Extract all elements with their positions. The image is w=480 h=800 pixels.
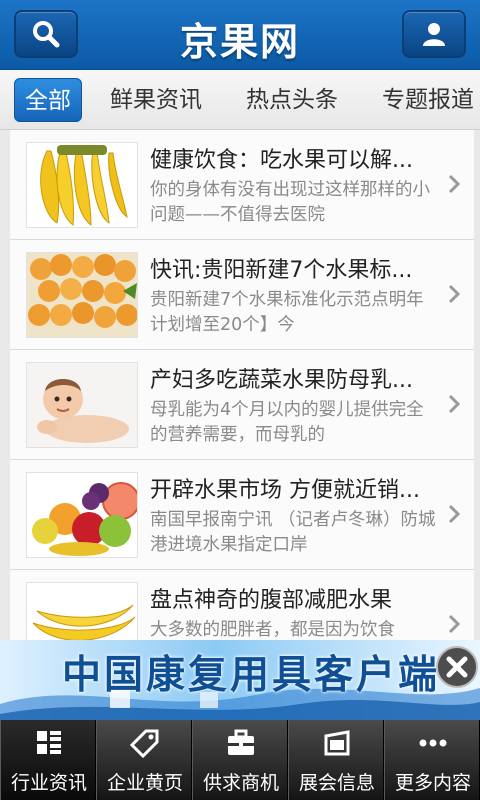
more-icon bbox=[419, 739, 447, 747]
ad-title: 中国康复用具客户端 bbox=[62, 653, 441, 698]
close-icon bbox=[446, 656, 468, 678]
article-summary: 大多数的肥胖者，都是因为饮食 bbox=[150, 620, 395, 640]
tab-all[interactable]: 全部 bbox=[14, 78, 82, 122]
tag-icon bbox=[130, 729, 159, 758]
grid-icon bbox=[37, 731, 61, 754]
chevron-right-icon bbox=[448, 614, 461, 634]
tab-special-reports[interactable]: 专题报道 bbox=[382, 78, 474, 122]
article-summary: 贵阳新建7个水果标准化示范点明年计划增至20个】今 bbox=[150, 290, 424, 335]
article-summary: 你的身体有没有出现过这样那样的小问题——不值得去医院 bbox=[150, 180, 430, 225]
article-title: 产妇多吃蔬菜水果防母乳... bbox=[150, 368, 413, 393]
bottom-nav: 行业资讯 企业黄页 供求商机 展会信息 更多内容 bbox=[0, 720, 480, 800]
article-summary: 南国早报南宁讯 （记者卢冬琳）防城港进境水果指定口岸 bbox=[150, 510, 436, 555]
nav-supply-demand[interactable]: 供求商机 bbox=[192, 720, 288, 800]
article-title: 盘点神奇的腹部减肥水果 bbox=[150, 588, 393, 613]
chevron-right-icon bbox=[448, 394, 461, 414]
briefcase-icon bbox=[228, 729, 254, 755]
nav-exhibition-info[interactable]: 展会信息 bbox=[288, 720, 384, 800]
nav-label: 行业资讯 bbox=[10, 772, 87, 794]
nav-label: 供求商机 bbox=[202, 772, 279, 794]
list-item[interactable]: 产妇多吃蔬菜水果防母乳... 母乳能为4个月以内的婴儿提供完全的营养需要，而母乳… bbox=[10, 350, 474, 460]
ad-close-button[interactable] bbox=[436, 646, 478, 688]
article-thumbnail bbox=[26, 252, 138, 338]
article-title: 开辟水果市场 方便就近销... bbox=[150, 478, 420, 503]
nav-label: 企业黄页 bbox=[106, 772, 183, 794]
nav-industry-news[interactable]: 行业资讯 bbox=[0, 720, 96, 800]
article-thumbnail bbox=[26, 142, 138, 228]
category-tabs: 全部 鲜果资讯 热点头条 专题报道 bbox=[0, 70, 480, 130]
article-thumbnail bbox=[26, 582, 138, 640]
chevron-right-icon bbox=[448, 284, 461, 304]
article-title: 快讯:贵阳新建7个水果标... bbox=[150, 258, 413, 283]
article-thumbnail bbox=[26, 472, 138, 558]
user-button[interactable] bbox=[402, 10, 466, 58]
list-item[interactable]: 健康饮食：吃水果可以解... 你的身体有没有出现过这样那样的小问题——不值得去医… bbox=[10, 130, 474, 240]
article-list: 健康饮食：吃水果可以解... 你的身体有没有出现过这样那样的小问题——不值得去医… bbox=[10, 130, 474, 640]
article-title: 健康饮食：吃水果可以解... bbox=[150, 148, 413, 173]
nav-label: 更多内容 bbox=[394, 772, 471, 794]
article-thumbnail bbox=[26, 362, 138, 448]
app-header: 京果网 bbox=[0, 0, 480, 70]
list-item[interactable]: 开辟水果市场 方便就近销... 南国早报南宁讯 （记者卢冬琳）防城港进境水果指定… bbox=[10, 460, 474, 570]
list-item[interactable]: 盘点神奇的腹部减肥水果 大多数的肥胖者，都是因为饮食 bbox=[10, 570, 474, 640]
tab-fresh-fruit-news[interactable]: 鲜果资讯 bbox=[110, 78, 202, 122]
nav-label: 展会信息 bbox=[298, 772, 375, 794]
ad-banner[interactable]: 中国康复用具客户端 bbox=[0, 640, 480, 720]
chevron-right-icon bbox=[448, 504, 461, 524]
chevron-right-icon bbox=[448, 174, 461, 194]
list-item[interactable]: 快讯:贵阳新建7个水果标... 贵阳新建7个水果标准化示范点明年计划增至20个】… bbox=[10, 240, 474, 350]
nav-more-content[interactable]: 更多内容 bbox=[384, 720, 480, 800]
tab-hot-headlines[interactable]: 热点头条 bbox=[246, 78, 338, 122]
article-summary: 母乳能为4个月以内的婴儿提供完全的营养需要，而母乳的 bbox=[150, 400, 424, 445]
nav-company-directory[interactable]: 企业黄页 bbox=[96, 720, 192, 800]
user-icon bbox=[423, 23, 445, 46]
calendar-icon bbox=[324, 730, 350, 756]
